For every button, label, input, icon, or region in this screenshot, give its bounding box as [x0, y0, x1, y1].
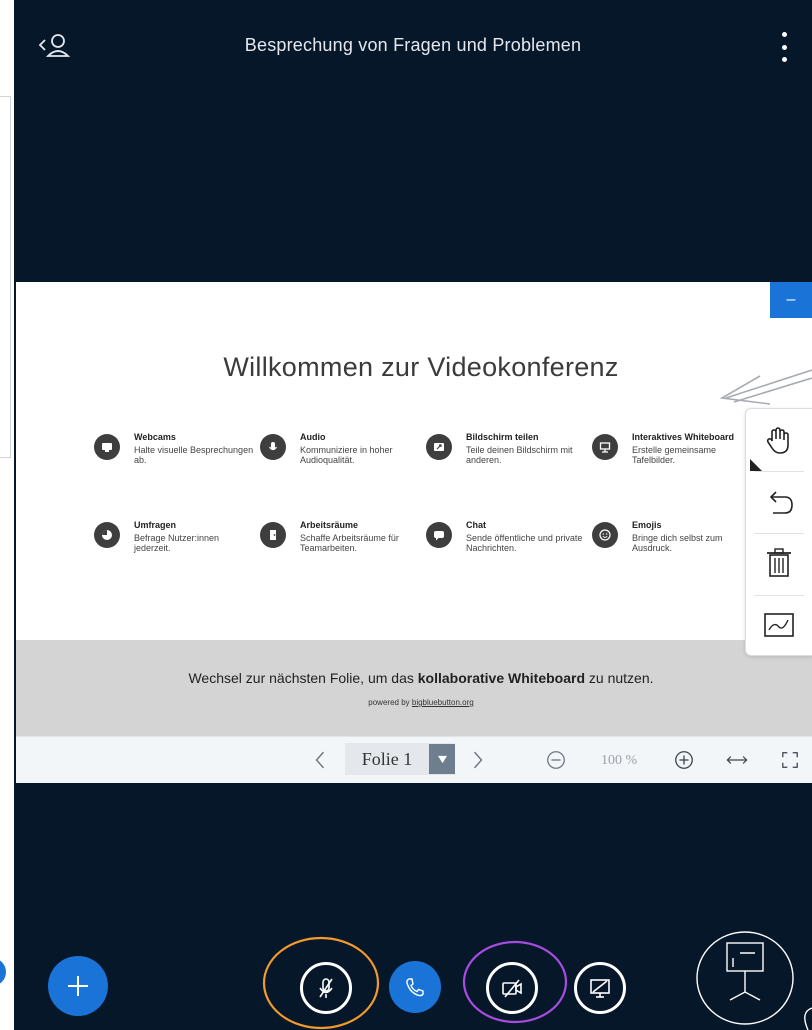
- feature-name: Webcams: [134, 432, 176, 442]
- options-dot: [781, 32, 787, 37]
- previous-slide-button[interactable]: [308, 745, 332, 775]
- feature-description: Schaffe Arbeitsräume für Teamarbeiten.: [300, 533, 399, 553]
- zoom-out-button[interactable]: [542, 745, 570, 775]
- whiteboard-drawing-icon: [764, 613, 794, 637]
- slide-select-value: Folie 1: [361, 748, 413, 769]
- poll-icon: [94, 522, 120, 548]
- undo-button[interactable]: [746, 473, 812, 533]
- feature-description: Befrage Nutzer:innen jederzeit.: [134, 533, 220, 553]
- feature-chat: Chat Sende öffentliche und private Nachr…: [426, 520, 586, 570]
- join-audio-button[interactable]: [389, 961, 441, 1013]
- zoom-in-button[interactable]: [670, 745, 698, 775]
- feature-name: Umfragen: [134, 520, 177, 530]
- hint-text: Wechsel zur nächsten Folie, um das: [188, 670, 418, 686]
- microphone-off-icon: [319, 978, 333, 998]
- feature-description: Kommuniziere in hoher Audioqualität.: [300, 445, 393, 465]
- feature-name: Chat: [466, 520, 486, 530]
- caret-down-icon: [429, 744, 455, 774]
- feature-polls: Umfragen Befrage Nutzer:innen jederzeit.: [94, 520, 254, 570]
- feature-description: Erstelle gemeinsame Tafelbilder.: [632, 445, 717, 465]
- feature-name: Arbeitsräume: [300, 520, 359, 530]
- slide-footer: Wechsel zur nächsten Folie, um das kolla…: [16, 640, 812, 736]
- slide-select[interactable]: Folie 1: [345, 743, 455, 775]
- feature-breakout-rooms: Arbeitsräume Schaffe Arbeitsräume für Te…: [260, 520, 420, 570]
- fullscreen-button[interactable]: [776, 745, 804, 775]
- options-dot: [781, 44, 787, 50]
- feature-name: Audio: [300, 432, 326, 442]
- feature-emojis: Emojis Bringe dich selbst zum Ausdruck.: [592, 520, 752, 570]
- microphone-icon: [260, 434, 286, 460]
- feature-name: Emojis: [632, 520, 662, 530]
- feature-description: Sende öffentliche und private Nachrichte…: [466, 533, 583, 553]
- side-panel-edge: [0, 96, 11, 458]
- feature-name: Bildschirm teilen: [466, 432, 539, 442]
- feature-screen-share: Bildschirm teilen Teile deinen Bildschir…: [426, 432, 586, 482]
- whiteboard-toolbar: [745, 408, 812, 656]
- hand-icon: [766, 427, 789, 454]
- phone-icon: [406, 978, 424, 997]
- unmute-microphone-button[interactable]: [300, 962, 352, 1014]
- tool-options-indicator: [750, 459, 762, 471]
- screen-share-icon: [426, 434, 452, 460]
- share-webcam-button[interactable]: [486, 962, 538, 1014]
- options-menu-button[interactable]: [776, 32, 792, 62]
- zoom-out-icon: [547, 751, 565, 769]
- zoom-level: 100 %: [601, 753, 638, 768]
- trash-icon: [767, 548, 791, 577]
- fullscreen-icon: [782, 752, 798, 768]
- feature-name: Interaktives Whiteboard: [632, 432, 735, 442]
- powered-by-link[interactable]: bigbluebutton.org: [412, 698, 474, 707]
- toolbar-divider: [754, 471, 804, 472]
- header: Besprechung von Fragen und Problemen: [14, 0, 812, 90]
- chevron-left-icon: [315, 751, 325, 769]
- camera-off-icon: [502, 979, 522, 998]
- powered-by: powered by bigbluebutton.org: [16, 698, 812, 707]
- meeting-title: Besprechung von Fragen und Problemen: [244, 35, 582, 55]
- chat-icon: [426, 522, 452, 548]
- slide-title: Willkommen zur Videokonferenz: [223, 352, 619, 382]
- multi-user-whiteboard-button[interactable]: [746, 595, 812, 655]
- side-panel-tab[interactable]: [0, 958, 6, 986]
- screen-share-off-icon: [590, 979, 610, 998]
- hint-text: zu nutzen.: [585, 670, 654, 686]
- plus-icon: [68, 976, 88, 996]
- options-dot: [781, 57, 787, 62]
- minimize-presentation-button[interactable]: –: [770, 282, 812, 318]
- emoji-icon: [592, 522, 618, 548]
- conference-app: Besprechung von Fragen und Problemen – W…: [14, 0, 812, 1030]
- powered-by-label: powered by: [368, 698, 412, 707]
- feature-description: Bringe dich selbst zum Ausdruck.: [632, 533, 723, 553]
- next-slide-button[interactable]: [466, 745, 490, 775]
- chevron-right-icon: [473, 751, 483, 769]
- fit-width-icon: [726, 756, 748, 764]
- presentation-area: – Willkommen zur Videokonferenz Webcams …: [16, 282, 812, 783]
- feature-audio: Audio Kommuniziere in hoher Audioqualitä…: [260, 432, 420, 482]
- webcam-icon: [94, 434, 120, 460]
- hint-bold-text: kollaborative Whiteboard: [417, 670, 586, 686]
- fit-to-width-button[interactable]: [722, 745, 752, 775]
- feature-webcams: Webcams Halte visuelle Besprechungen ab.: [94, 432, 254, 482]
- feature-description: Teile deinen Bildschirm mit anderen.: [466, 445, 573, 465]
- feature-whiteboard: Interaktives Whiteboard Erstelle gemeins…: [592, 432, 752, 482]
- presentation-toolbar: Folie 1 100 %: [16, 736, 812, 783]
- feature-description: Halte visuelle Besprechungen ab.: [134, 445, 254, 465]
- zoom-in-icon: [675, 751, 693, 769]
- next-slide-hint: Wechsel zur nächsten Folie, um das kolla…: [16, 670, 812, 686]
- undo-icon: [769, 491, 793, 514]
- breakout-room-icon: [260, 522, 286, 548]
- actions-button[interactable]: [48, 956, 108, 1016]
- share-screen-button[interactable]: [574, 962, 626, 1014]
- clear-all-button[interactable]: [746, 533, 812, 593]
- whiteboard-icon: [592, 434, 618, 460]
